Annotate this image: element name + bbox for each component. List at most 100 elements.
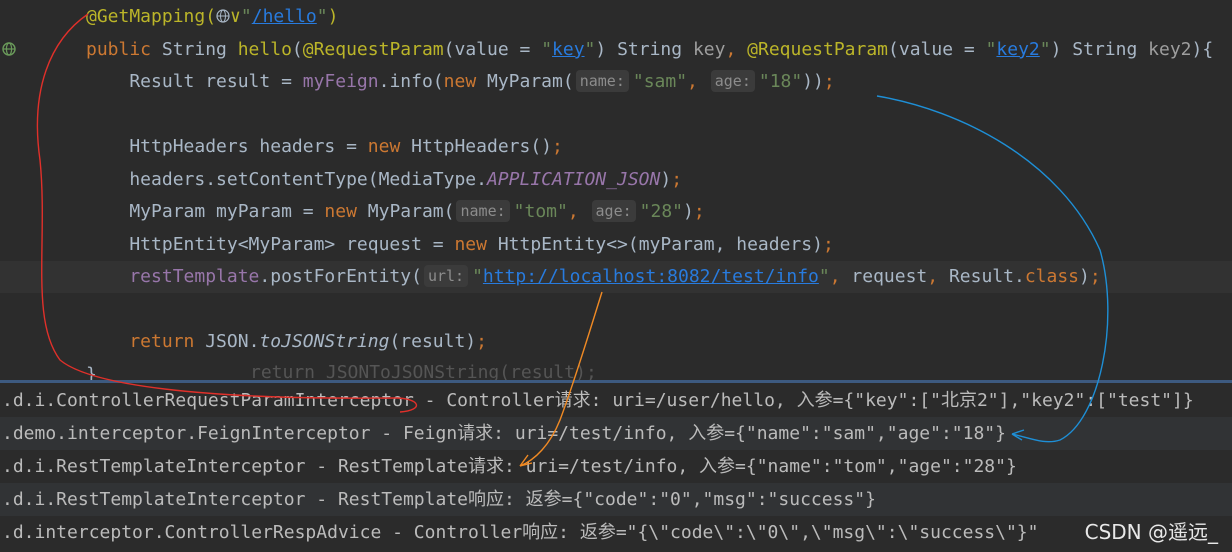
globe-icon[interactable] — [216, 9, 230, 23]
console-log-line[interactable]: .d.interceptor.ControllerRespAdvice - Co… — [0, 516, 1232, 549]
code-token: .postForEntity( — [259, 266, 422, 287]
code-token: , — [725, 38, 748, 60]
code-token: , — [687, 71, 709, 92]
code-token: return — [86, 331, 206, 352]
code-token: MyParam( — [367, 201, 455, 222]
parameter-hint: age: — [591, 200, 636, 222]
code-token: " — [818, 266, 830, 287]
code-token: ; — [671, 168, 683, 190]
code-token: MyParam myParam = — [86, 201, 325, 222]
code-text: public String hello(@RequestParam(value … — [86, 34, 1213, 66]
code-line[interactable]: HttpEntity<MyParam> request = new HttpEn… — [0, 229, 1232, 261]
code-line[interactable]: headers.setContentType(MediaType.APPLICA… — [0, 164, 1232, 196]
code-token: new — [367, 136, 412, 157]
console-log-line[interactable]: .d.i.ControllerRequestParamInterceptor -… — [0, 384, 1232, 417]
code-line[interactable]: return JSON.toJSONString(result); — [0, 326, 1232, 358]
code-token: ) — [327, 6, 339, 27]
console-log-line[interactable]: .d.i.RestTemplateInterceptor - RestTempl… — [0, 450, 1232, 483]
console-log-text: .demo.interceptor.FeignInterceptor - Fei… — [2, 423, 1006, 444]
code-token: new — [324, 201, 368, 222]
code-token: (result) — [389, 331, 477, 352]
code-token: ) — [660, 168, 672, 190]
code-token: ) String — [1050, 38, 1149, 60]
code-token: , — [927, 266, 949, 287]
code-token: ; — [823, 71, 835, 92]
code-token: HttpHeaders() — [411, 136, 553, 157]
code-token: http://localhost:8082/test/info — [482, 266, 819, 287]
code-token: ; — [693, 201, 705, 222]
code-line[interactable] — [0, 294, 1232, 326]
code-token: Result. — [948, 266, 1025, 287]
code-token: ; — [1089, 266, 1101, 287]
parameter-hint: age: — [710, 70, 755, 92]
code-token: String — [161, 38, 238, 60]
code-token: " — [240, 6, 252, 27]
code-text: headers.setContentType(MediaType.APPLICA… — [86, 164, 682, 196]
code-text: } — [86, 359, 97, 381]
code-token: " — [472, 266, 483, 287]
code-line[interactable]: restTemplate.postForEntity(url: "http://l… — [0, 261, 1232, 293]
code-token: ; — [552, 136, 563, 157]
code-line[interactable] — [0, 99, 1232, 131]
code-text: MyParam myParam = new MyParam(name: "tom"… — [86, 196, 705, 228]
code-token: request — [851, 266, 928, 287]
console-log-text: .d.interceptor.ControllerRespAdvice - Co… — [2, 522, 1039, 543]
code-text: restTemplate.postForEntity(url: "http://l… — [86, 261, 1101, 293]
code-token: key — [692, 38, 726, 60]
console-log-line[interactable]: .demo.interceptor.FeignInterceptor - Fei… — [0, 417, 1232, 450]
watermark: CSDN @遥远_ — [1084, 520, 1218, 544]
code-token: ; — [476, 331, 487, 352]
code-line[interactable]: public String hello(@RequestParam(value … — [0, 34, 1232, 66]
code-token: "tom" — [513, 201, 568, 222]
code-text: HttpEntity<MyParam> request = new HttpEn… — [86, 229, 834, 261]
code-token: new — [443, 71, 487, 92]
code-token: JSON. — [205, 331, 260, 352]
code-token: ) String — [595, 38, 693, 60]
code-token: ( — [291, 38, 303, 60]
console-log-text: .d.i.RestTemplateInterceptor - RestTempl… — [2, 489, 876, 510]
code-token: (value = — [443, 38, 542, 60]
code-token: " — [541, 38, 553, 60]
code-text: Result result = myFeign.info(new MyParam… — [86, 66, 835, 98]
code-token: class — [1024, 266, 1079, 287]
ghost-text: return JSONToJSONString(result); — [250, 362, 597, 380]
code-token: MyParam( — [487, 71, 574, 92]
code-token: key2 — [1148, 38, 1192, 60]
code-token: , — [829, 266, 852, 287]
code-token: myFeign — [302, 71, 379, 92]
parameter-hint: name: — [575, 70, 629, 92]
code-token: hello — [237, 38, 292, 60]
console-log-text: .d.i.RestTemplateInterceptor - RestTempl… — [2, 456, 1017, 477]
parameter-hint: url: — [423, 265, 469, 287]
code-token: )) — [802, 71, 824, 92]
code-line[interactable]: @GetMapping(∨"/hello") — [0, 1, 1232, 33]
code-token: "sam" — [632, 71, 688, 92]
code-token: toJSONString — [259, 331, 390, 352]
code-token: key2 — [996, 38, 1040, 60]
code-token: key — [552, 38, 585, 60]
code-text: return JSON.toJSONString(result); — [86, 326, 487, 358]
code-token: APPLICATION_JSON — [486, 168, 661, 190]
code-line[interactable]: } — [0, 359, 1232, 381]
code-token: @RequestParam — [747, 38, 889, 60]
code-editor[interactable]: @GetMapping(∨"/hello") public String hell… — [0, 0, 1232, 380]
code-token: public — [86, 38, 162, 60]
code-token: Result result = — [86, 71, 303, 92]
code-line[interactable]: MyParam myParam = new MyParam(name: "tom"… — [0, 196, 1232, 228]
console-log-line[interactable]: .d.i.RestTemplateInterceptor - RestTempl… — [0, 483, 1232, 516]
code-token: HttpEntity<>(myParam, headers) — [497, 233, 823, 255]
code-token: " — [985, 38, 997, 60]
code-line[interactable]: HttpHeaders headers = new HttpHeaders(); — [0, 131, 1232, 163]
code-token: ; — [822, 233, 834, 255]
code-token: @GetMapping( — [86, 6, 217, 27]
code-token: (value = — [888, 38, 986, 60]
console-log-text: .d.i.ControllerRequestParamInterceptor -… — [2, 390, 1194, 411]
code-line[interactable]: Result result = myFeign.info(new MyParam… — [0, 66, 1232, 98]
code-token: "28" — [639, 201, 683, 222]
code-token: ∨ — [230, 6, 241, 27]
console-output[interactable]: .d.i.ControllerRequestParamInterceptor -… — [0, 383, 1232, 552]
code-token: restTemplate — [86, 266, 260, 287]
code-token: HttpHeaders headers = — [86, 136, 368, 157]
code-token: ) — [683, 201, 694, 222]
code-token: " — [316, 6, 328, 27]
